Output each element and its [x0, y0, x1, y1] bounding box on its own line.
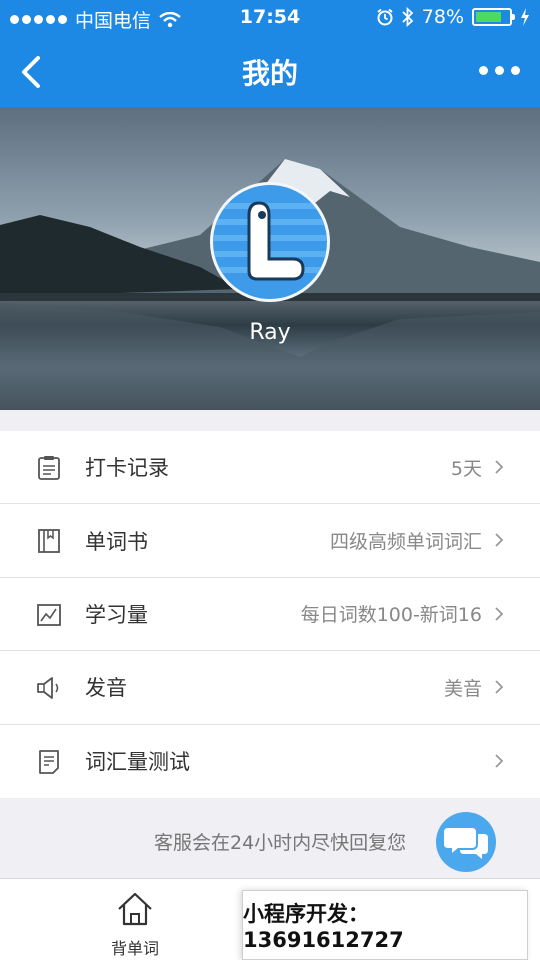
test-paper-icon — [39, 749, 59, 774]
menu-item-value: 美音 — [443, 677, 482, 700]
menu-item-checkin[interactable]: 打卡记录 5天 — [0, 431, 540, 505]
bluetooth-icon — [402, 7, 414, 27]
chart-icon — [37, 603, 61, 626]
profile-header: L Ray — [0, 107, 540, 410]
username: Ray — [249, 320, 291, 345]
menu-item-pronunciation[interactable]: 发音 美音 — [0, 651, 540, 725]
menu-item-study-amount[interactable]: 学习量 每日词数100-新词16 — [0, 578, 540, 652]
home-icon — [118, 892, 152, 926]
alarm-icon — [377, 8, 393, 26]
menu-item-label: 打卡记录 — [85, 456, 169, 481]
menu-item-value: 四级高频单词词汇 — [329, 531, 482, 554]
chevron-right-icon — [495, 533, 504, 548]
page-title: 我的 — [241, 57, 298, 90]
menu-item-label: 单词书 — [85, 529, 148, 554]
charging-icon — [521, 8, 529, 26]
battery-percent: 78% — [421, 6, 464, 28]
avatar[interactable]: L — [210, 182, 330, 302]
menu-item-wordbook[interactable]: 单词书 四级高频单词词汇 — [0, 504, 540, 578]
clipboard-icon — [38, 456, 60, 480]
more-button[interactable] — [479, 66, 520, 75]
menu-item-label: 词汇量测试 — [85, 750, 190, 775]
nav-bar: 我的 — [0, 36, 540, 107]
chevron-right-icon — [495, 680, 504, 694]
chevron-right-icon — [495, 460, 504, 474]
top-bar: 中国电信 17:54 78% 我的 — [0, 0, 540, 107]
service-notice: 客服会在24小时内尽快回复您 — [154, 832, 407, 854]
chevron-right-icon — [495, 607, 504, 621]
menu-item-label: 学习量 — [85, 602, 148, 627]
battery-icon — [472, 8, 515, 26]
tab-study[interactable]: 背单词 — [94, 889, 176, 959]
menu-item-vocab-test[interactable]: 词汇量测试 — [0, 725, 540, 798]
promo-overlay: 小程序开发：13691612727 — [242, 890, 528, 960]
contact-service-button[interactable] — [436, 812, 496, 872]
chat-bubbles-icon — [444, 828, 488, 859]
avatar-logo: L — [213, 201, 327, 281]
chevron-right-icon — [495, 753, 504, 768]
menu-item-value: 5天 — [450, 457, 482, 480]
status-bar: 中国电信 17:54 78% — [0, 0, 540, 36]
settings-list: 打卡记录 5天 单词书 四级高频单词词汇 学习量 每日词数100-新词16 发音… — [0, 431, 540, 798]
book-icon — [38, 529, 60, 554]
tab-label: 背单词 — [110, 939, 159, 958]
speaker-icon — [37, 677, 59, 700]
menu-item-value: 每日词数100-新词16 — [300, 604, 482, 627]
menu-item-label: 发音 — [85, 676, 127, 701]
promo-text: 小程序开发：13691612727 — [243, 902, 404, 952]
